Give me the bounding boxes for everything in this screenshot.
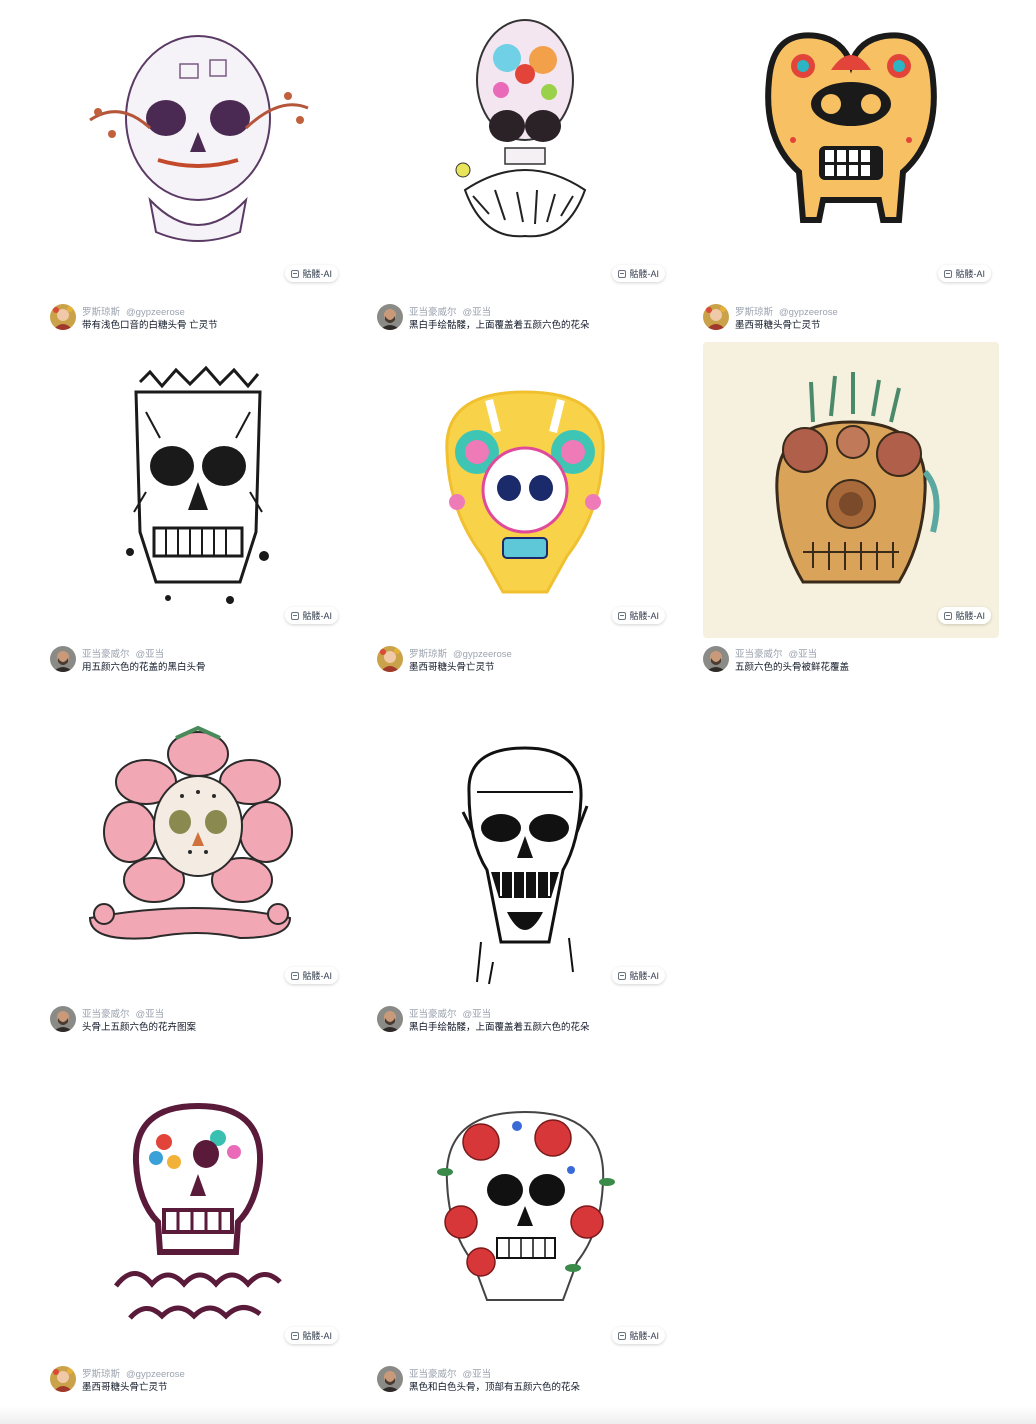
avatar[interactable]	[703, 304, 729, 330]
ai-badge-icon	[618, 269, 627, 278]
ai-badge: 骷髅-AI	[612, 607, 665, 624]
ai-badge: 骷髅-AI	[612, 1327, 665, 1344]
image-caption: 头骨上五颜六色的花卉图案	[82, 1022, 197, 1033]
ai-badge: 骷髅-AI	[612, 967, 665, 984]
skull-image-8[interactable]: 骷髅-AI	[377, 702, 673, 998]
card-meta: 亚当豪威尔 @亚当 头骨上五颜六色的花卉图案	[50, 1006, 346, 1038]
ai-badge-icon	[291, 1331, 300, 1340]
skull-image-4[interactable]: 骷髅-AI	[50, 342, 346, 638]
card-meta: 亚当豪威尔 @亚当 五颜六色的头骨被鲜花覆盖	[703, 646, 999, 678]
skull-image-6[interactable]: 骷髅-AI	[703, 342, 999, 638]
avatar[interactable]	[377, 646, 403, 672]
image-caption: 带有浅色口音的白糖头骨 亡灵节	[82, 320, 218, 331]
gallery-card: 骷髅-AI 罗斯琼斯 @gypzeerose 墨西哥糖头骨亡灵节	[50, 1062, 346, 1412]
card-meta: 罗斯琼斯 @gypzeerose 墨西哥糖头骨亡灵节	[50, 1366, 346, 1398]
skull-image-2[interactable]: 骷髅-AI	[377, 0, 673, 296]
gallery-card: 骷髅-AI 亚当豪威尔 @亚当 头骨上五颜六色的花卉图案	[50, 702, 346, 1052]
gallery-card: 骷髅-AI 亚当豪威尔 @亚当 黑色和白色头骨，顶部有五颜六色的花朵	[377, 1062, 673, 1412]
ai-badge: 骷髅-AI	[285, 265, 338, 282]
skull-image-9[interactable]: 骷髅-AI	[50, 1062, 346, 1358]
ai-badge-icon	[944, 269, 953, 278]
avatar[interactable]	[50, 304, 76, 330]
gallery-card: 骷髅-AI 亚当豪威尔 @亚当 五颜六色的头骨被鲜花覆盖	[703, 342, 999, 692]
avatar[interactable]	[50, 1366, 76, 1392]
image-caption: 五颜六色的头骨被鲜花覆盖	[735, 662, 850, 673]
gallery-card: 骷髅-AI 亚当豪威尔 @亚当 用五颜六色的花盖的黑白头骨	[50, 342, 346, 692]
ai-badge-icon	[291, 971, 300, 980]
ai-badge: 骷髅-AI	[285, 607, 338, 624]
ai-badge-icon	[618, 971, 627, 980]
gallery-card: 骷髅-AI 亚当豪威尔 @亚当 黑白手绘骷髅，上面覆盖着五颜六色的花朵	[377, 0, 673, 350]
image-caption: 黑白手绘骷髅，上面覆盖着五颜六色的花朵	[409, 1022, 590, 1033]
ai-badge: 骷髅-AI	[285, 1327, 338, 1344]
image-caption: 黑色和白色头骨，顶部有五颜六色的花朵	[409, 1382, 581, 1393]
image-caption: 黑白手绘骷髅，上面覆盖着五颜六色的花朵	[409, 320, 590, 331]
avatar[interactable]	[377, 1006, 403, 1032]
image-caption: 墨西哥糖头骨亡灵节	[82, 1382, 168, 1393]
avatar[interactable]	[50, 1006, 76, 1032]
ai-badge-icon	[291, 269, 300, 278]
avatar[interactable]	[50, 646, 76, 672]
gallery-card: 骷髅-AI 罗斯琼斯 @gypzeerose 墨西哥糖头骨亡灵节	[703, 0, 999, 350]
card-meta: 罗斯琼斯 @gypzeerose 墨西哥糖头骨亡灵节	[377, 646, 673, 678]
card-meta: 罗斯琼斯 @gypzeerose 带有浅色口音的白糖头骨 亡灵节	[50, 304, 346, 336]
gallery-card: 骷髅-AI 罗斯琼斯 @gypzeerose 带有浅色口音的白糖头骨 亡灵节	[50, 0, 346, 350]
skull-image-7[interactable]: 骷髅-AI	[50, 702, 346, 998]
card-meta: 亚当豪威尔 @亚当 黑色和白色头骨，顶部有五颜六色的花朵	[377, 1366, 673, 1398]
avatar[interactable]	[377, 304, 403, 330]
skull-image-3[interactable]: 骷髅-AI	[703, 0, 999, 296]
gallery-card: 骷髅-AI 亚当豪威尔 @亚当 黑白手绘骷髅，上面覆盖着五颜六色的花朵	[377, 702, 673, 1052]
ai-badge-icon	[618, 611, 627, 620]
card-meta: 亚当豪威尔 @亚当 黑白手绘骷髅，上面覆盖着五颜六色的花朵	[377, 1006, 673, 1038]
ai-badge-icon	[944, 611, 953, 620]
skull-image-1[interactable]: 骷髅-AI	[50, 0, 346, 296]
image-caption: 用五颜六色的花盖的黑白头骨	[82, 662, 206, 673]
ai-badge: 骷髅-AI	[285, 967, 338, 984]
ai-badge: 骷髅-AI	[938, 265, 991, 282]
gallery-card: 骷髅-AI 罗斯琼斯 @gypzeerose 墨西哥糖头骨亡灵节	[377, 342, 673, 692]
ai-badge-icon	[291, 611, 300, 620]
image-caption: 墨西哥糖头骨亡灵节	[735, 320, 821, 331]
image-caption: 墨西哥糖头骨亡灵节	[409, 662, 495, 673]
ai-badge: 骷髅-AI	[612, 265, 665, 282]
ai-badge-icon	[618, 1331, 627, 1340]
bottom-fade	[0, 1406, 1036, 1424]
image-gallery: 骷髅-AI 罗斯琼斯 @gypzeerose 带有浅色口音的白糖头骨 亡灵节 骷…	[0, 0, 1036, 1424]
card-meta: 罗斯琼斯 @gypzeerose 墨西哥糖头骨亡灵节	[703, 304, 999, 336]
skull-image-10[interactable]: 骷髅-AI	[377, 1062, 673, 1358]
card-meta: 亚当豪威尔 @亚当 黑白手绘骷髅，上面覆盖着五颜六色的花朵	[377, 304, 673, 336]
avatar[interactable]	[703, 646, 729, 672]
avatar[interactable]	[377, 1366, 403, 1392]
skull-image-5[interactable]: 骷髅-AI	[377, 342, 673, 638]
ai-badge: 骷髅-AI	[938, 607, 991, 624]
card-meta: 亚当豪威尔 @亚当 用五颜六色的花盖的黑白头骨	[50, 646, 346, 678]
